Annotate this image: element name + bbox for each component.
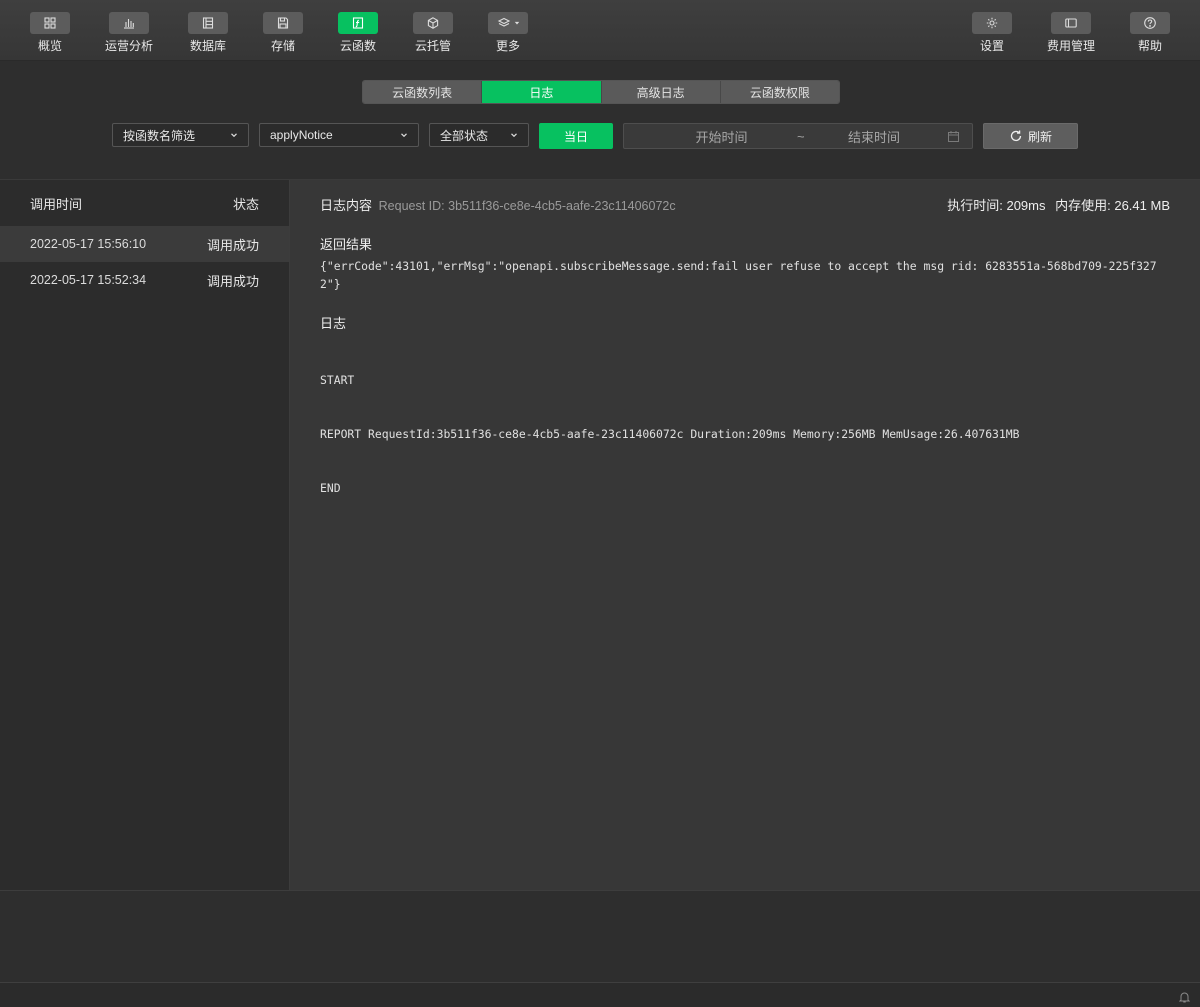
toolbar-label: 更多 [495, 39, 520, 53]
status-bar [0, 982, 1200, 1007]
cloud-function-button[interactable] [338, 12, 378, 34]
today-button[interactable]: 当日 [539, 123, 613, 149]
chevron-down-icon [401, 133, 407, 138]
toolbar-item-cloud-function[interactable]: 云函数 [318, 12, 398, 54]
settings-button[interactable] [972, 12, 1012, 34]
floppy-icon [277, 17, 289, 29]
function-name-select[interactable]: applyNotice [259, 123, 419, 147]
toolbar-label: 帮助 [1137, 39, 1162, 53]
tab-advanced-logs[interactable]: 高级日志 [601, 81, 721, 103]
toolbar-label: 云函数 [339, 39, 376, 53]
database-icon [202, 17, 214, 29]
filter-type-value: 按函数名筛选 [123, 128, 196, 143]
log-list-panel: 调用时间 状态 2022-05-17 15:56:10 调用成功 2022-05… [0, 180, 290, 891]
more-button[interactable] [488, 12, 528, 34]
toolbar-label: 费用管理 [1046, 39, 1095, 53]
cube-icon [427, 17, 439, 29]
toolbar-item-settings[interactable]: 设置 [952, 12, 1032, 54]
refresh-label: 刷新 [1027, 129, 1052, 144]
execution-time: 执行时间: 209ms [947, 198, 1046, 213]
storage-button[interactable] [263, 12, 303, 34]
refresh-icon [1010, 130, 1022, 142]
refresh-button[interactable]: 刷新 [983, 123, 1078, 149]
toolbar-label: 云托管 [414, 39, 451, 53]
toolbar-item-analytics[interactable]: 运营分析 [89, 12, 169, 54]
start-time-placeholder[interactable]: 开始时间 [624, 127, 819, 146]
grid-icon [44, 17, 56, 29]
log-body: START REPORT RequestId:3b511f36-ce8e-4cb… [320, 335, 1170, 533]
header-status: 状态 [232, 196, 259, 212]
calendar-icon [948, 131, 959, 142]
layers-icon [497, 17, 510, 27]
log-row-time: 2022-05-17 15:52:34 [30, 273, 147, 287]
log-detail-title: 日志内容 [320, 198, 373, 213]
chevron-down-icon [231, 133, 237, 138]
toolbar-item-storage[interactable]: 存储 [243, 12, 323, 54]
dropdown-caret-icon [514, 21, 519, 25]
help-button[interactable] [1130, 12, 1170, 34]
overview-button[interactable] [30, 12, 70, 34]
result-section-title: 返回结果 [320, 237, 373, 252]
toolbar-item-cloud-hosting[interactable]: 云托管 [393, 12, 473, 54]
analytics-button[interactable] [109, 12, 149, 34]
billing-button[interactable] [1051, 12, 1091, 34]
function-icon [352, 17, 364, 29]
toolbar-label: 存储 [270, 39, 295, 53]
database-button[interactable] [188, 12, 228, 34]
toolbar-label: 概览 [37, 39, 62, 53]
function-tabs: 云函数列表 日志 高级日志 云函数权限 [362, 80, 840, 104]
toolbar-label: 运营分析 [104, 39, 153, 53]
tab-logs[interactable]: 日志 [482, 81, 602, 103]
log-section-title: 日志 [320, 316, 347, 331]
tab-function-list[interactable]: 云函数列表 [363, 81, 483, 103]
log-row[interactable]: 2022-05-17 15:56:10 调用成功 [0, 226, 289, 262]
toolbar-item-billing[interactable]: 费用管理 [1031, 12, 1111, 54]
log-row-time: 2022-05-17 15:56:10 [30, 237, 147, 251]
toolbar-item-help[interactable]: 帮助 [1110, 12, 1190, 54]
toolbar-item-database[interactable]: 数据库 [168, 12, 248, 54]
help-icon [1144, 17, 1156, 29]
header-call-time: 调用时间 [30, 196, 83, 212]
log-detail-header: 日志内容 Request ID: 3b511f36-ce8e-4cb5-aafe… [320, 195, 676, 214]
status-value: 全部状态 [440, 128, 489, 143]
log-line: START [320, 373, 355, 387]
log-row-status: 调用成功 [206, 273, 259, 289]
log-row[interactable]: 2022-05-17 15:52:34 调用成功 [0, 262, 289, 298]
toolbar-label: 设置 [979, 39, 1004, 53]
memory-usage: 内存使用: 26.41 MB [1055, 198, 1170, 213]
end-time-placeholder[interactable]: 结束时间 [819, 127, 929, 146]
log-content-area: 调用时间 状态 2022-05-17 15:56:10 调用成功 2022-05… [0, 179, 1200, 891]
request-id: Request ID: 3b511f36-ce8e-4cb5-aafe-23c1… [378, 199, 676, 213]
log-list-header: 调用时间 状态 [0, 180, 289, 226]
result-body: {"errCode":43101,"errMsg":"openapi.subsc… [320, 259, 1157, 291]
filter-type-select[interactable]: 按函数名筛选 [112, 123, 249, 147]
log-metrics: 执行时间: 209ms 内存使用: 26.41 MB [941, 195, 1170, 214]
cloud-hosting-button[interactable] [413, 12, 453, 34]
date-range-picker[interactable]: 开始时间 ~ 结束时间 [623, 123, 973, 149]
status-select[interactable]: 全部状态 [429, 123, 529, 147]
tab-function-permissions[interactable]: 云函数权限 [720, 81, 839, 103]
gear-icon [986, 17, 998, 29]
bottom-panel [0, 890, 1200, 983]
bell-icon[interactable] [1179, 991, 1190, 1003]
bar-chart-icon [124, 19, 134, 29]
billing-icon [1065, 18, 1077, 28]
chevron-down-icon [511, 133, 517, 138]
log-line: REPORT RequestId:3b511f36-ce8e-4cb5-aafe… [320, 427, 1020, 441]
toolbar-item-overview[interactable]: 概览 [10, 12, 90, 54]
toolbar-label: 数据库 [189, 39, 226, 53]
top-toolbar: 概览 运营分析 数据库 存储 云函数 云托管 更多 设置 费用管理 帮助 [0, 0, 1200, 61]
log-line: END [320, 481, 341, 495]
function-name-value: applyNotice [270, 128, 333, 142]
toolbar-item-more[interactable]: 更多 [468, 12, 548, 54]
log-row-status: 调用成功 [206, 237, 259, 253]
log-detail-panel: 日志内容 Request ID: 3b511f36-ce8e-4cb5-aafe… [290, 180, 1200, 891]
